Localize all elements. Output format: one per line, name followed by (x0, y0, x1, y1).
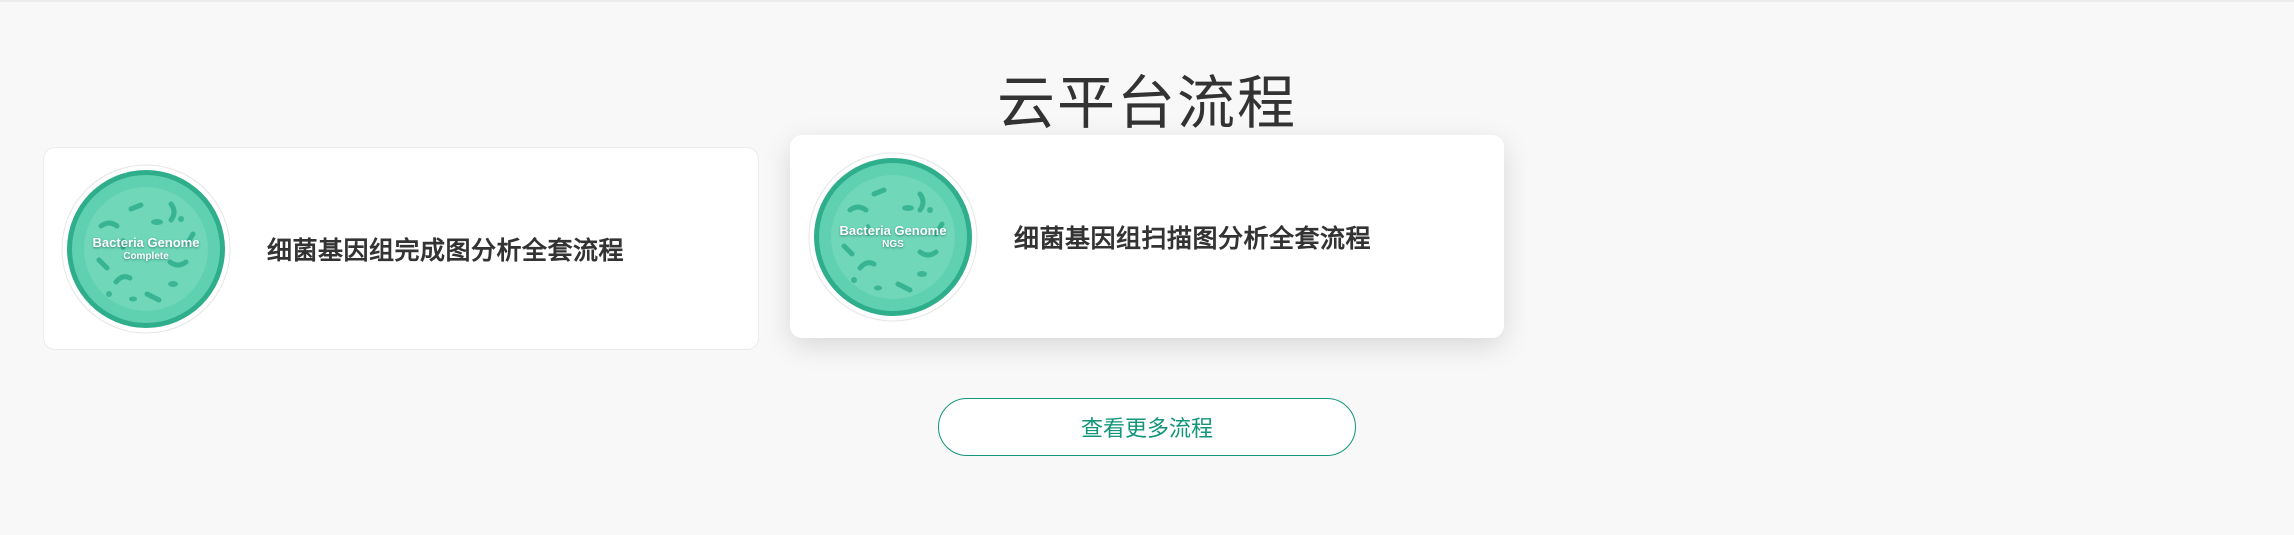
bacteria-genome-complete-thumbnail: Bacteria Genome Complete (61, 164, 231, 334)
thumbnail-caption-line1: Bacteria Genome (92, 234, 200, 250)
top-divider (0, 0, 2294, 2)
thumbnail-caption: Bacteria Genome NGS (808, 152, 978, 322)
thumbnail-caption: Bacteria Genome Complete (61, 164, 231, 334)
thumbnail-caption-line2: Complete (123, 250, 169, 262)
bacteria-genome-ngs-thumbnail: Bacteria Genome NGS (808, 152, 978, 322)
workflow-card-complete[interactable]: Bacteria Genome Complete 细菌基因组完成图分析全套流程 (43, 147, 759, 350)
view-more-workflows-button[interactable]: 查看更多流程 (938, 398, 1356, 456)
workflow-card-ngs[interactable]: Bacteria Genome NGS 细菌基因组扫描图分析全套流程 (790, 135, 1504, 338)
section-title: 云平台流程 (996, 68, 1297, 137)
thumbnail-caption-line1: Bacteria Genome (839, 222, 947, 238)
thumbnail-caption-line2: NGS (882, 238, 904, 250)
workflow-card-title[interactable]: 细菌基因组扫描图分析全套流程 (1014, 219, 1371, 255)
workflow-card-title[interactable]: 细菌基因组完成图分析全套流程 (267, 231, 624, 267)
